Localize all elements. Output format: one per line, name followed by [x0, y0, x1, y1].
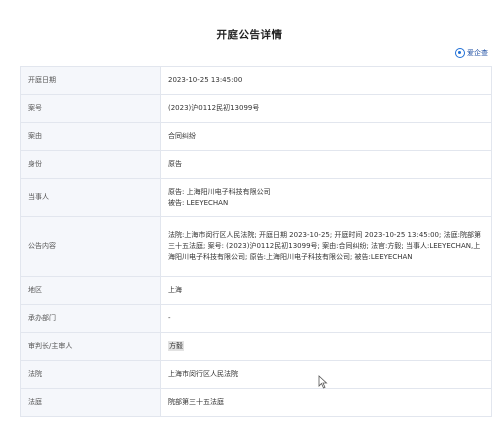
row-label-role: 身份: [20, 150, 161, 179]
row-label-announcement: 公告内容: [20, 216, 161, 277]
table-row: 当事人 原告: 上海阳川电子科技有限公司 被告: LEEYECHAN: [20, 178, 492, 217]
row-label-region: 地区: [20, 276, 161, 305]
row-value-presiding-judge: 方毅: [160, 332, 492, 361]
row-label-courtroom: 法庭: [20, 388, 161, 417]
row-label-cause: 案由: [20, 122, 161, 151]
row-label-presiding-judge: 审判长/主审人: [20, 332, 161, 361]
court-notice-detail-page: 开庭公告详情 爱企查 开庭日期 2023-10-25 13:45:00 案号 (…: [0, 0, 499, 446]
plaintiff-line: 原告: 上海阳川电子科技有限公司: [168, 187, 271, 196]
page-title: 开庭公告详情: [216, 29, 283, 41]
table-row: 承办部门 -: [20, 304, 492, 333]
table-row: 身份 原告: [20, 150, 492, 179]
row-value-case-number: (2023)沪0112民初13099号: [160, 94, 492, 123]
row-value-region: 上海: [160, 276, 492, 305]
detail-table: 开庭日期 2023-10-25 13:45:00 案号 (2023)沪0112民…: [20, 66, 492, 417]
table-row: 审判长/主审人 方毅: [20, 332, 492, 361]
brand-name: 爱企查: [467, 49, 488, 57]
row-value-hearing-date: 2023-10-25 13:45:00: [160, 66, 492, 95]
row-value-announcement: 法院:上海市闵行区人民法院; 开庭日期 2023-10-25; 开庭时间 202…: [160, 216, 492, 277]
row-label-parties: 当事人: [20, 178, 161, 217]
defendant-line: 被告: LEEYECHAN: [168, 198, 229, 207]
row-label-court: 法院: [20, 360, 161, 389]
judge-name: 方毅: [168, 341, 184, 351]
row-value-cause: 合同纠纷: [160, 122, 492, 151]
table-row: 案由 合同纠纷: [20, 122, 492, 151]
mouse-cursor-icon: [318, 375, 328, 389]
row-value-department: -: [160, 304, 492, 333]
row-value-parties: 原告: 上海阳川电子科技有限公司 被告: LEEYECHAN: [160, 178, 492, 217]
table-row: 法庭 院部第三十五法庭: [20, 388, 492, 417]
row-label-case-number: 案号: [20, 94, 161, 123]
table-row: 公告内容 法院:上海市闵行区人民法院; 开庭日期 2023-10-25; 开庭时…: [20, 216, 492, 277]
row-label-hearing-date: 开庭日期: [20, 66, 161, 95]
table-row: 案号 (2023)沪0112民初13099号: [20, 94, 492, 123]
brand-logo-icon: [455, 48, 465, 58]
table-row: 地区 上海: [20, 276, 492, 305]
row-value-courtroom: 院部第三十五法庭: [160, 388, 492, 417]
row-label-department: 承办部门: [20, 304, 161, 333]
table-row: 法院 上海市闵行区人民法院: [20, 360, 492, 389]
table-row: 开庭日期 2023-10-25 13:45:00: [20, 66, 492, 95]
row-value-role: 原告: [160, 150, 492, 179]
brand-badge[interactable]: 爱企查: [455, 46, 488, 60]
